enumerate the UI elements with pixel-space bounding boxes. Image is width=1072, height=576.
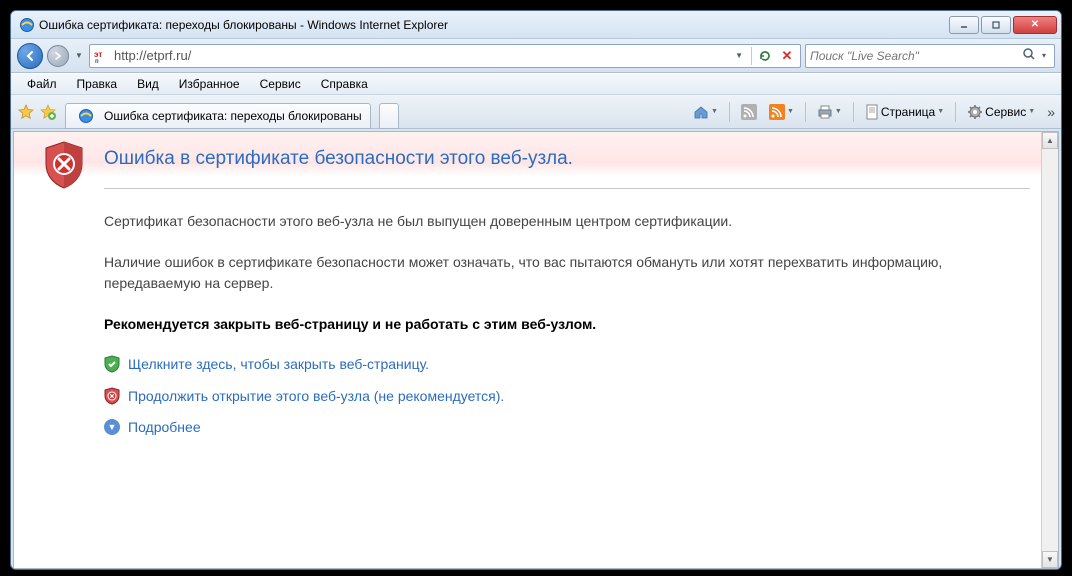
content-area: Ошибка в сертификате безопасности этого … xyxy=(13,131,1059,569)
maximize-button[interactable] xyxy=(981,16,1011,34)
site-favicon-icon: этп xyxy=(94,48,110,64)
home-button[interactable]: ▼ xyxy=(689,101,722,123)
rss-button[interactable]: ▼ xyxy=(765,101,798,123)
close-button[interactable]: ✕ xyxy=(1013,16,1057,34)
address-dropdown[interactable]: ▼ xyxy=(731,51,747,60)
shield-ok-icon xyxy=(104,355,120,373)
titlebar: Ошибка сертификата: переходы блокированы… xyxy=(11,11,1061,39)
browser-tab[interactable]: Ошибка сертификата: переходы блокированы xyxy=(65,103,371,129)
menu-help[interactable]: Справка xyxy=(311,75,378,93)
close-page-link[interactable]: Щелкните здесь, чтобы закрыть веб-страни… xyxy=(128,356,429,372)
svg-text:п: п xyxy=(95,59,99,64)
close-page-link-row: Щелкните здесь, чтобы закрыть веб-страни… xyxy=(104,355,1030,373)
scroll-down-button[interactable]: ▼ xyxy=(1042,551,1058,568)
chevron-down-icon: ▼ xyxy=(104,419,120,435)
menu-view[interactable]: Вид xyxy=(127,75,169,93)
overflow-icon[interactable]: » xyxy=(1047,104,1055,120)
window-controls: ✕ xyxy=(949,16,1057,34)
print-button[interactable]: ▼ xyxy=(813,101,846,123)
menu-edit[interactable]: Правка xyxy=(67,75,128,93)
nav-history-dropdown[interactable]: ▼ xyxy=(73,51,85,60)
url-input[interactable] xyxy=(114,48,727,63)
menu-tools[interactable]: Сервис xyxy=(250,75,311,93)
page-menu-label: Страница xyxy=(881,105,935,119)
ie-logo-icon xyxy=(19,17,35,33)
search-icon[interactable] xyxy=(1022,47,1038,64)
add-favorite-icon[interactable] xyxy=(39,103,57,121)
more-info-link[interactable]: Подробнее xyxy=(128,419,201,435)
tools-menu-label: Сервис xyxy=(985,105,1026,119)
forward-button[interactable] xyxy=(47,45,69,67)
error-text-column: Ошибка в сертификате безопасности этого … xyxy=(104,140,1030,449)
scroll-up-button[interactable]: ▲ xyxy=(1042,132,1058,149)
minimize-button[interactable] xyxy=(949,16,979,34)
search-bar[interactable]: ▾ xyxy=(805,44,1055,68)
search-input[interactable] xyxy=(810,49,1022,63)
stop-button[interactable]: ✕ xyxy=(778,47,796,65)
tools-menu[interactable]: Сервис▼ xyxy=(963,101,1039,123)
svg-text:эт: эт xyxy=(94,50,102,59)
feeds-button[interactable] xyxy=(737,101,761,123)
error-line-2: Наличие ошибок в сертификате безопасност… xyxy=(104,252,1030,294)
scroll-track[interactable] xyxy=(1042,149,1058,551)
menu-file[interactable]: Файл xyxy=(17,75,67,93)
menu-favorites[interactable]: Избранное xyxy=(169,75,250,93)
separator xyxy=(751,47,752,65)
shield-error-icon xyxy=(42,140,86,190)
window-title: Ошибка сертификата: переходы блокированы… xyxy=(39,18,949,32)
error-line-1: Сертификат безопасности этого веб-узла н… xyxy=(104,211,1030,232)
divider xyxy=(104,188,1030,189)
vertical-scrollbar[interactable]: ▲ ▼ xyxy=(1041,132,1058,568)
address-bar[interactable]: этп ▼ ✕ xyxy=(89,44,801,68)
page-menu[interactable]: Страница▼ xyxy=(861,101,948,123)
search-dropdown[interactable]: ▾ xyxy=(1038,51,1050,60)
navigation-bar: ▼ этп ▼ ✕ ▾ xyxy=(11,39,1061,73)
continue-link[interactable]: Продолжить открытие этого веб-узла (не р… xyxy=(128,388,504,404)
error-heading: Ошибка в сертификате безопасности этого … xyxy=(104,148,1030,170)
tab-title: Ошибка сертификата: переходы блокированы xyxy=(104,109,362,123)
more-info-row: ▼ Подробнее xyxy=(104,419,1030,435)
back-button[interactable] xyxy=(17,43,43,69)
favorites-center-icon[interactable] xyxy=(17,103,35,121)
menu-bar: Файл Правка Вид Избранное Сервис Справка xyxy=(11,73,1061,95)
refresh-button[interactable] xyxy=(756,47,774,65)
error-recommend: Рекомендуется закрыть веб-страницу и не … xyxy=(104,314,1030,335)
shield-warn-icon xyxy=(104,387,120,405)
command-bar: Ошибка сертификата: переходы блокированы… xyxy=(11,95,1061,129)
tab-favicon-icon xyxy=(78,108,94,124)
continue-link-row: Продолжить открытие этого веб-узла (не р… xyxy=(104,387,1030,405)
ie-window: Ошибка сертификата: переходы блокированы… xyxy=(10,10,1062,570)
new-tab-button[interactable] xyxy=(379,103,399,129)
certificate-error-body: Ошибка в сертификате безопасности этого … xyxy=(14,176,1058,477)
